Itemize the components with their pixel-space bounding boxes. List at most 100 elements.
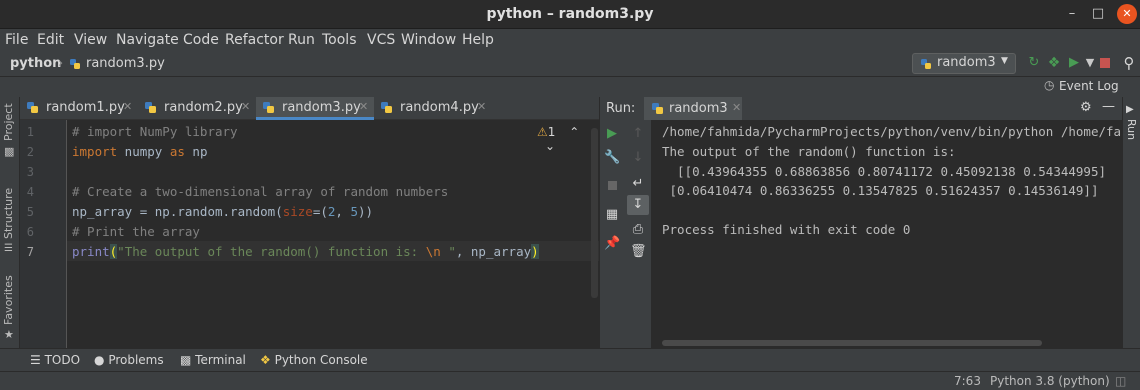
menu-window[interactable]: Window (401, 32, 456, 48)
run-tool-button[interactable]: Run (1125, 119, 1138, 140)
line-number: 5 (26, 205, 34, 219)
left-tool-stripe: Project ▩ Structure ☰ Favorites ★ (0, 97, 20, 348)
trash-icon[interactable]: 🗑 (630, 244, 647, 260)
close-icon[interactable]: ✕ (1117, 4, 1137, 24)
search-icon[interactable]: ⚲ (1121, 55, 1137, 71)
line-number: 2 (26, 145, 34, 159)
tool-window-bar: ☰ TODO ● Problems ▩ Terminal ❖ Python Co… (0, 348, 1140, 371)
console-tools-stripe: ↑ ↓ ↵ ↧ ⎙ 🗑 (624, 120, 652, 348)
run-config-label: random3 (937, 55, 996, 70)
scroll-to-end-icon: ↧ (632, 197, 644, 212)
project-tool-button[interactable]: Project (2, 103, 15, 141)
scroll-to-end-toggle[interactable]: ↧ (627, 195, 649, 215)
chevron-down-icon[interactable]: ⌄ (545, 139, 555, 153)
run-console-output[interactable]: /home/fahmida/PycharmProjects/python/ven… (652, 120, 1122, 348)
close-tab-icon[interactable]: ✕ (123, 100, 132, 113)
menu-file[interactable]: File (5, 32, 28, 48)
chevron-up-icon[interactable]: ⌃ (569, 125, 579, 139)
problems-tool-button[interactable]: ● Problems (94, 353, 164, 367)
star-icon: ★ (4, 328, 14, 341)
tab-label: random3.py (282, 100, 361, 115)
tab-random4[interactable]: random4.py ✕ (374, 97, 492, 120)
menu-bar: File Edit View Navigate Code Refactor Ru… (0, 29, 1140, 52)
line-number: 3 (26, 165, 34, 179)
stop-icon[interactable] (1097, 55, 1113, 71)
python-console-tool-button[interactable]: ❖ Python Console (260, 353, 368, 367)
tab-random3[interactable]: random3.py ✕ (256, 97, 374, 120)
code-line: import numpy as np (72, 144, 208, 159)
python-file-icon (70, 59, 80, 69)
pin-icon[interactable]: 📌 (604, 236, 620, 252)
wrench-icon[interactable]: 🔧 (604, 150, 620, 166)
rerun-icon[interactable]: ▶ (604, 126, 620, 142)
code-line: # import NumPy library (72, 124, 238, 139)
close-tab-icon[interactable]: ✕ (359, 100, 368, 113)
print-icon[interactable]: ⎙ (630, 222, 646, 238)
interpreter-indicator[interactable]: Python 3.8 (python) (990, 374, 1110, 388)
gear-icon[interactable]: ⚙ (1080, 100, 1092, 115)
maximize-icon[interactable]: □ (1087, 4, 1109, 24)
menu-code[interactable]: Code (183, 32, 219, 48)
minimize-panel-icon[interactable]: — (1102, 99, 1115, 114)
rerun-icon[interactable]: ↻ (1026, 55, 1042, 71)
todo-tool-button[interactable]: ☰ TODO (30, 353, 80, 367)
close-tab-icon[interactable]: ✕ (241, 100, 250, 113)
menu-help[interactable]: Help (462, 32, 494, 48)
structure-tool-button[interactable]: Structure (2, 188, 15, 239)
arrow-down-icon[interactable]: ↓ (630, 150, 646, 166)
console-line: [[0.43964355 0.68863856 0.80741172 0.450… (662, 164, 1107, 179)
debug-icon[interactable]: ❖ (1046, 55, 1062, 71)
python-file-icon (145, 102, 156, 113)
line-number: 1 (26, 125, 34, 139)
caret-position[interactable]: 7:63 (954, 374, 981, 388)
menu-refactor[interactable]: Refactor (225, 32, 284, 48)
more-run-icon[interactable]: ▼ (1082, 55, 1098, 71)
menu-vcs[interactable]: VCS (367, 32, 395, 48)
soft-wrap-icon[interactable]: ↵ (630, 176, 646, 192)
stop-icon[interactable] (604, 178, 620, 194)
favorites-tool-button[interactable]: Favorites (2, 275, 15, 325)
editor-scrollbar[interactable] (591, 128, 598, 298)
warning-count: 1 (547, 125, 556, 139)
code-line: np_array = np.random.random(size=(2, 5)) (72, 204, 374, 219)
tab-label: random4.py (400, 100, 479, 115)
terminal-tool-button[interactable]: ▩ Terminal (180, 353, 246, 367)
tab-random2[interactable]: random2.py ✕ (138, 97, 256, 120)
console-line: [0.06410474 0.86336255 0.13547825 0.5162… (662, 183, 1099, 198)
layout-icon[interactable]: ▦ (604, 207, 620, 223)
menu-edit[interactable]: Edit (37, 32, 64, 48)
inspection-widget[interactable]: ⚠1 ⌃ ⌄ (537, 125, 599, 153)
menu-view[interactable]: View (74, 32, 107, 48)
tab-random1[interactable]: random1.py ✕ (20, 97, 138, 120)
python-console-icon: ❖ (260, 353, 271, 367)
code-editor[interactable]: # import NumPy library import numpy as n… (67, 120, 599, 348)
console-line: Process finished with exit code 0 (662, 222, 911, 237)
menu-tools[interactable]: Tools (322, 32, 357, 48)
chevron-down-icon: ▼ (1001, 56, 1008, 66)
arrow-up-icon[interactable]: ↑ (630, 126, 646, 142)
window-title: python – random3.py (486, 6, 654, 22)
event-log-link[interactable]: Event Log (1059, 79, 1119, 93)
run-tab-random3[interactable]: random3 ✕ (644, 97, 742, 120)
console-line: /home/fahmida/PycharmProjects/python/ven… (662, 124, 1122, 139)
menu-run[interactable]: Run (288, 32, 315, 48)
coverage-icon[interactable]: ▶ (1066, 55, 1082, 71)
breadcrumb-separator-icon: › (58, 56, 64, 71)
terminal-icon: ▩ (180, 353, 192, 367)
breadcrumb-project[interactable]: python (10, 56, 61, 71)
run-configuration-select[interactable]: random3 ▼ (912, 53, 1016, 74)
console-horizontal-scrollbar[interactable] (662, 340, 1042, 346)
minimize-icon[interactable]: – (1061, 4, 1083, 24)
structure-icon: ☰ (4, 243, 13, 254)
run-panel-label: Run: (606, 101, 636, 116)
warning-icon: ⚠ (537, 125, 548, 139)
code-line: print("The output of the random() functi… (72, 244, 539, 259)
line-number: 7 (26, 245, 34, 259)
close-tab-icon[interactable]: ✕ (732, 101, 741, 114)
navigation-bar: python › random3.py random3 ▼ ↻ ❖ ▶ ▼ ⚲ (0, 52, 1140, 77)
lock-icon[interactable]: ◫ (1115, 374, 1126, 388)
menu-navigate[interactable]: Navigate (116, 32, 179, 48)
python-config-icon (921, 59, 931, 69)
close-tab-icon[interactable]: ✕ (477, 100, 486, 113)
breadcrumb-file[interactable]: random3.py (86, 56, 165, 71)
